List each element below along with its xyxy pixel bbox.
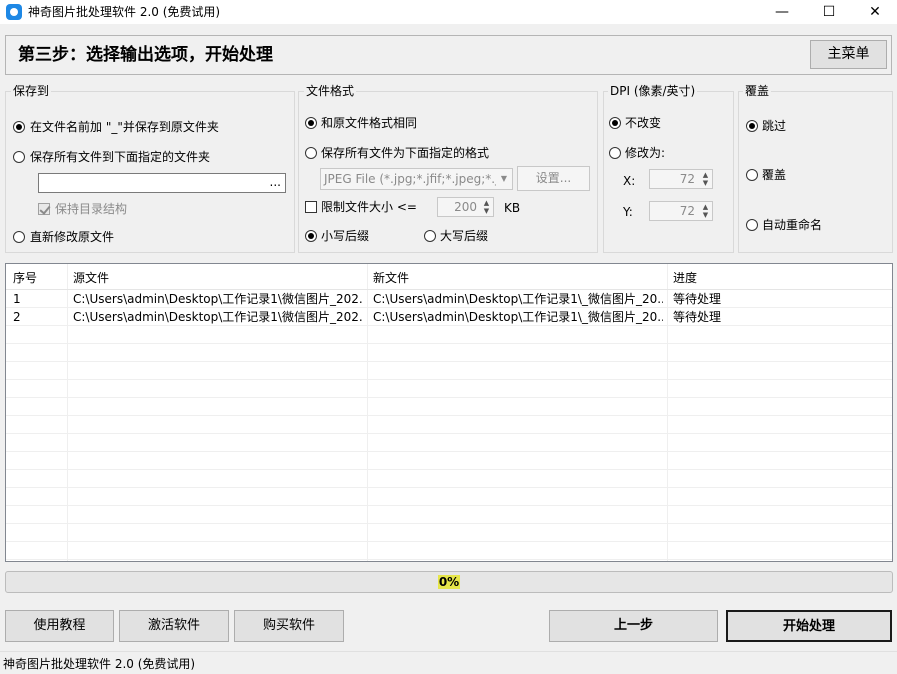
format-select-value: JPEG File (*.jpg;*.jfif;*.jpeg;*.j	[324, 172, 499, 186]
row-source-file: C:\Users\admin\Desktop\工作记录1\微信图片_202...	[73, 292, 363, 306]
radio-auto-rename[interactable]	[746, 219, 758, 231]
radio-format-specified[interactable]	[305, 147, 317, 159]
tutorial-button[interactable]: 使用教程	[5, 610, 114, 642]
dpi-x-spinner[interactable]: 72 ▲ ▼	[649, 169, 713, 189]
format-same-label[interactable]: 和原文件格式相同	[321, 115, 417, 131]
column-header-new-file[interactable]: 新文件	[373, 270, 409, 286]
column-header-source[interactable]: 源文件	[73, 270, 109, 286]
progress-label: 0%	[437, 575, 461, 589]
upper-ext-label[interactable]: 大写后缀	[440, 228, 488, 244]
row-divider	[6, 451, 892, 452]
spinner-arrows-icon[interactable]: ▲ ▼	[701, 203, 710, 219]
radio-dpi-change[interactable]	[609, 147, 621, 159]
row-divider	[6, 415, 892, 416]
buy-button[interactable]: 购买软件	[234, 610, 344, 642]
radio-skip[interactable]	[746, 120, 758, 132]
radio-overwrite-original[interactable]	[13, 231, 25, 243]
spinner-arrows-icon[interactable]: ▲ ▼	[482, 199, 491, 215]
radio-lower-ext[interactable]	[305, 230, 317, 242]
overwrite-label[interactable]: 覆盖	[762, 167, 786, 183]
settings-button[interactable]: 设置...	[517, 166, 590, 191]
dpi-x-label: X:	[623, 174, 636, 188]
row-divider	[6, 379, 892, 380]
maximize-button[interactable]: ☐	[806, 0, 852, 24]
row-divider	[6, 397, 892, 398]
radio-save-folder[interactable]	[13, 151, 25, 163]
dpi-y-value: 72	[679, 204, 695, 218]
window-title: 神奇图片批处理软件 2.0 (免费试用)	[28, 5, 221, 19]
row-progress: 等待处理	[673, 292, 722, 306]
overwrite-title: 覆盖	[743, 84, 772, 98]
limit-size-value: 200	[454, 200, 477, 214]
file-table[interactable]: 序号 源文件 新文件 进度 1 C:\Users\admin\Desktop\工…	[5, 263, 893, 562]
status-text: 神奇图片批处理软件 2.0 (免费试用)	[3, 657, 196, 671]
app-icon	[6, 4, 22, 20]
radio-upper-ext[interactable]	[424, 230, 436, 242]
close-button[interactable]: ✕	[852, 0, 897, 24]
dpi-y-label: Y:	[623, 205, 633, 219]
format-select[interactable]: JPEG File (*.jpg;*.jfif;*.jpeg;*.j ▼	[320, 168, 513, 190]
limit-size-unit: KB	[504, 201, 521, 215]
radio-dpi-keep[interactable]	[609, 117, 621, 129]
row-divider	[6, 505, 892, 506]
browse-button[interactable]: ...	[270, 175, 281, 189]
row-index: 1	[13, 292, 21, 306]
dpi-x-value: 72	[679, 172, 695, 186]
column-header-progress[interactable]: 进度	[673, 270, 697, 286]
overwrite-original-label[interactable]: 直新修改原文件	[30, 229, 114, 245]
main-menu-button[interactable]: 主菜单	[810, 40, 887, 69]
save-prefix-label[interactable]: 在文件名前加 "_"并保存到原文件夹	[30, 119, 219, 135]
minimize-button[interactable]: —	[759, 0, 805, 24]
chevron-down-icon: ▼	[496, 169, 512, 189]
row-source-file: C:\Users\admin\Desktop\工作记录1\微信图片_202...	[73, 310, 363, 324]
row-divider	[6, 559, 892, 560]
lower-ext-label[interactable]: 小写后缀	[321, 228, 369, 244]
activate-button[interactable]: 激活软件	[119, 610, 229, 642]
start-processing-button[interactable]: 开始处理	[726, 610, 892, 642]
row-new-file: C:\Users\admin\Desktop\工作记录1\_微信图片_20...	[373, 292, 663, 306]
radio-save-prefix[interactable]	[13, 121, 25, 133]
keep-structure-checkbox[interactable]	[38, 203, 50, 215]
save-to-title: 保存到	[11, 84, 52, 98]
dpi-keep-label[interactable]: 不改变	[625, 115, 661, 131]
dpi-title: DPI (像素/英寸)	[608, 84, 698, 98]
format-specified-label[interactable]: 保存所有文件为下面指定的格式	[321, 145, 489, 161]
row-index: 2	[13, 310, 21, 324]
row-divider	[6, 487, 892, 488]
page-title: 第三步：选择输出选项，开始处理	[18, 45, 273, 65]
limit-size-label[interactable]: 限制文件大小 <=	[321, 199, 417, 215]
row-progress: 等待处理	[673, 310, 722, 324]
row-divider	[6, 433, 892, 434]
step-header: 第三步：选择输出选项，开始处理	[5, 35, 892, 75]
radio-overwrite[interactable]	[746, 169, 758, 181]
radio-format-same[interactable]	[305, 117, 317, 129]
row-new-file: C:\Users\admin\Desktop\工作记录1\_微信图片_20...	[373, 310, 663, 324]
row-divider	[6, 469, 892, 470]
table-row[interactable]: 2 C:\Users\admin\Desktop\工作记录1\微信图片_202.…	[6, 308, 892, 326]
folder-path-input[interactable]: ...	[38, 173, 286, 193]
status-bar: 神奇图片批处理软件 2.0 (免费试用)	[0, 651, 897, 674]
skip-label[interactable]: 跳过	[762, 118, 786, 134]
row-divider	[6, 343, 892, 344]
dpi-y-spinner[interactable]: 72 ▲ ▼	[649, 201, 713, 221]
file-format-title: 文件格式	[304, 84, 357, 98]
prev-step-button[interactable]: 上一步	[549, 610, 718, 642]
progress-bar: 0%	[5, 571, 893, 593]
table-row[interactable]: 1 C:\Users\admin\Desktop\工作记录1\微信图片_202.…	[6, 290, 892, 308]
limit-size-checkbox[interactable]	[305, 201, 317, 213]
row-divider	[6, 523, 892, 524]
spinner-arrows-icon[interactable]: ▲ ▼	[701, 171, 710, 187]
row-divider	[6, 541, 892, 542]
save-folder-label[interactable]: 保存所有文件到下面指定的文件夹	[30, 149, 210, 165]
column-header-index[interactable]: 序号	[13, 270, 37, 286]
row-divider	[6, 361, 892, 362]
title-bar: 神奇图片批处理软件 2.0 (免费试用) — ☐ ✕	[0, 0, 897, 24]
auto-rename-label[interactable]: 自动重命名	[762, 217, 822, 233]
limit-size-spinner[interactable]: 200 ▲ ▼	[437, 197, 494, 217]
keep-structure-label: 保持目录结构	[55, 202, 128, 216]
dpi-change-label[interactable]: 修改为:	[625, 145, 665, 161]
